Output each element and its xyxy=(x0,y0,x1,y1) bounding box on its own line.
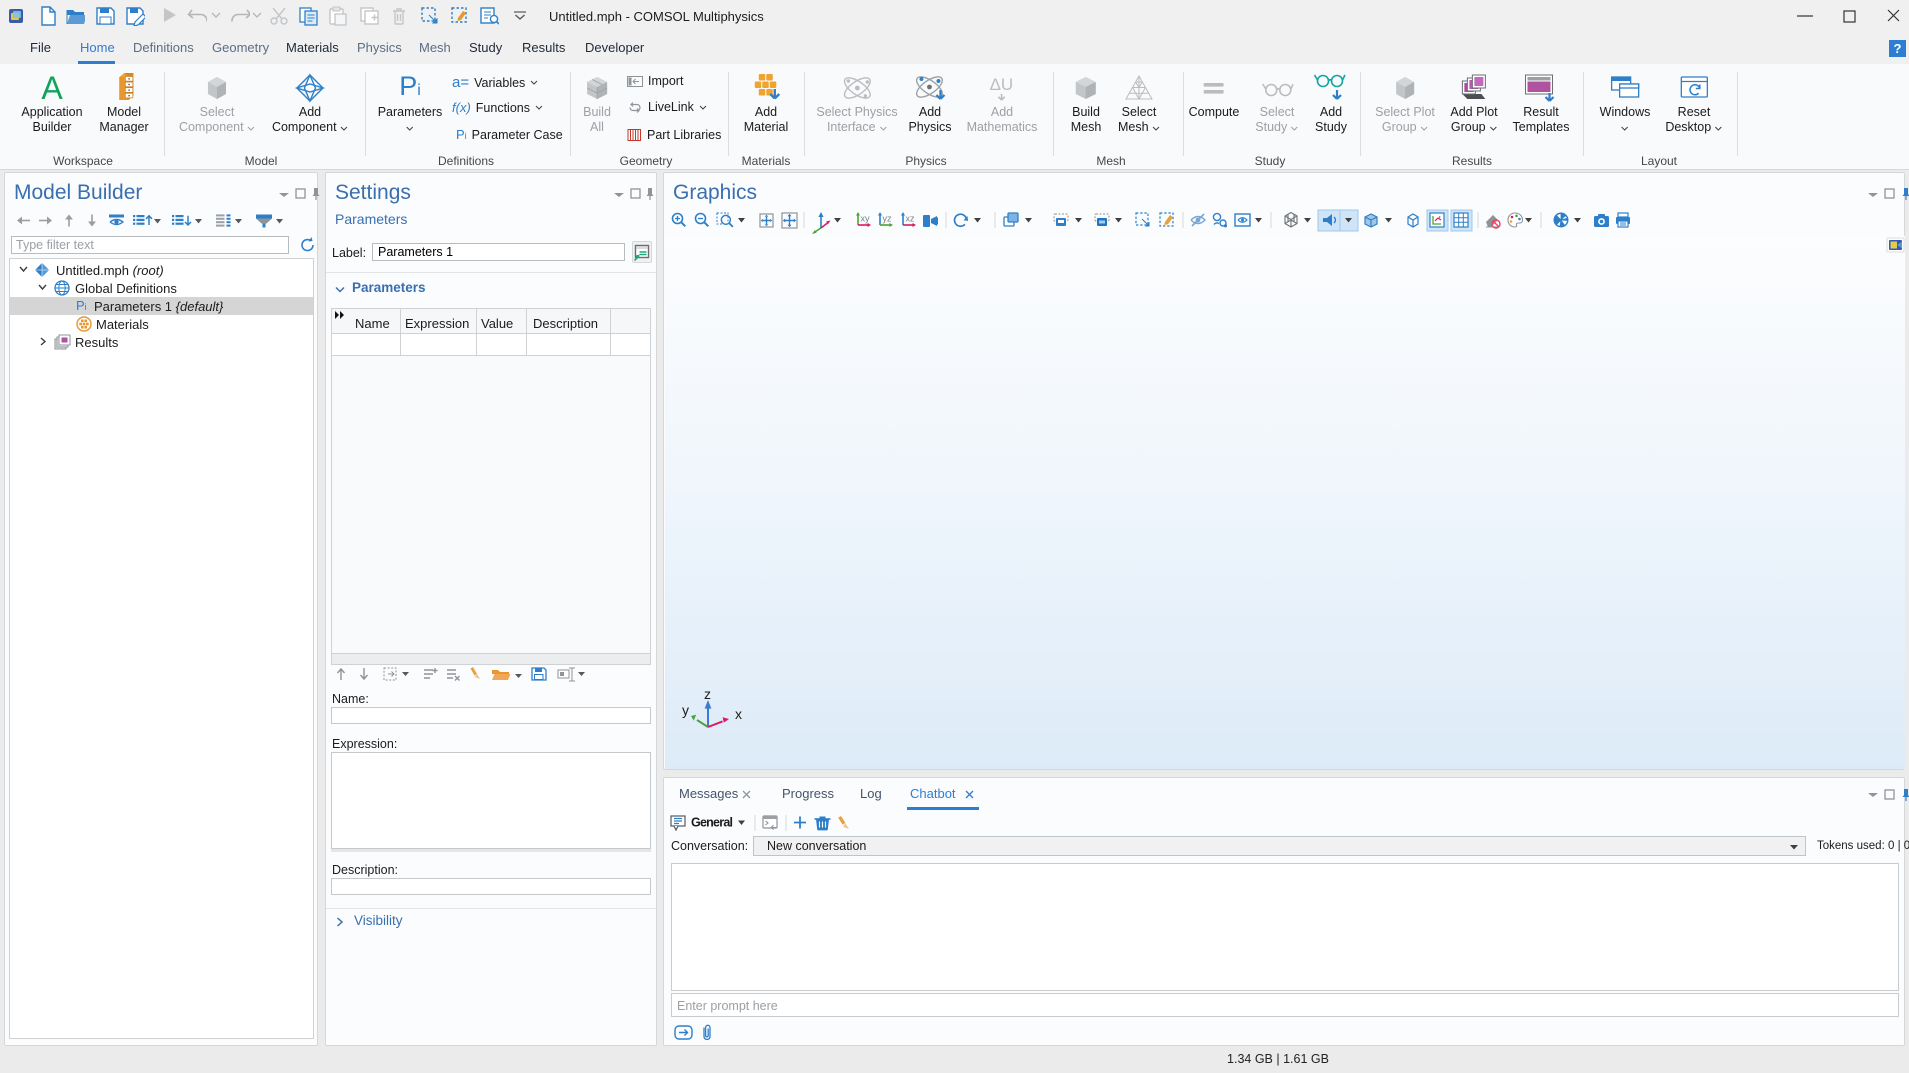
svg-text:xy: xy xyxy=(861,214,871,224)
svg-text:y: y xyxy=(682,702,689,718)
svg-text:z: z xyxy=(704,686,711,702)
svg-text:General: General xyxy=(691,816,733,830)
svg-text:xz: xz xyxy=(906,214,916,224)
svg-text:ΔU: ΔU xyxy=(990,75,1014,94)
svg-text:x: x xyxy=(735,706,742,722)
svg-text:yz: yz xyxy=(883,214,893,224)
